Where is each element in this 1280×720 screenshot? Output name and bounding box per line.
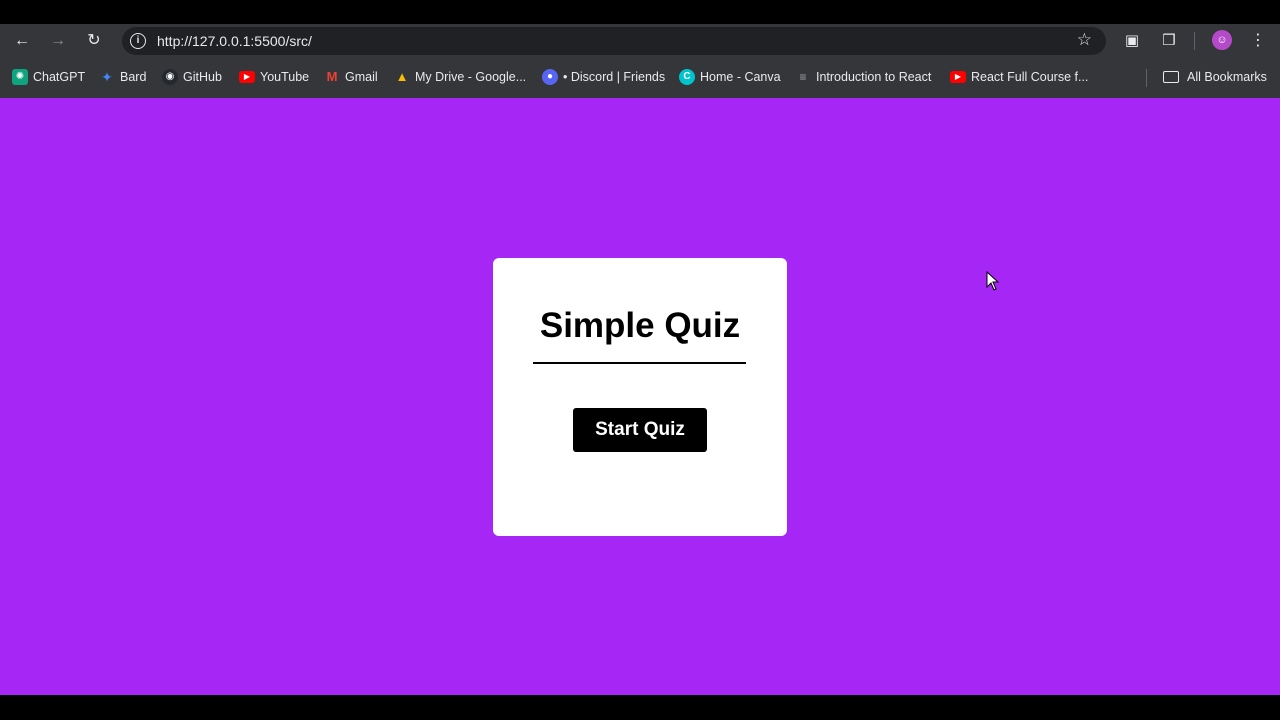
- forward-arrow-icon[interactable]: →: [46, 29, 70, 53]
- back-arrow-icon[interactable]: ←: [10, 29, 34, 53]
- discord-icon: ●: [542, 69, 558, 85]
- bookmark-label: Gmail: [345, 70, 378, 84]
- window-bottom-bar: [0, 695, 1280, 720]
- address-url[interactable]: http://127.0.0.1:5500/src/: [157, 33, 312, 49]
- bookmark-label: My Drive - Google...: [415, 70, 527, 84]
- all-bookmarks-label: All Bookmarks: [1187, 70, 1267, 84]
- bookmark-label: • Discord | Friends: [563, 70, 666, 84]
- extensions-puzzle-icon[interactable]: ❒: [1157, 29, 1181, 53]
- quiz-card: Simple Quiz Start Quiz: [493, 258, 787, 536]
- drive-icon: ▲: [395, 69, 409, 84]
- chatgpt-icon: ✺: [12, 69, 28, 85]
- mouse-cursor-icon: [986, 271, 1000, 291]
- bookmark-bard[interactable]: ✦ Bard: [99, 68, 146, 86]
- reload-icon[interactable]: ↻: [82, 29, 106, 53]
- bookmark-star-icon[interactable]: ☆: [1077, 30, 1092, 50]
- picture-in-picture-icon[interactable]: ▣: [1120, 29, 1144, 53]
- address-bar[interactable]: i http://127.0.0.1:5500/src/ ☆: [122, 27, 1106, 55]
- bookmark-label: ChatGPT: [33, 70, 86, 84]
- quiz-title: Simple Quiz: [539, 306, 741, 345]
- browser-toolbar: ← → ↻ i http://127.0.0.1:5500/src/ ☆ ▣ ❒…: [0, 24, 1280, 58]
- bookmarks-divider: [1146, 69, 1147, 87]
- toolbar-divider: [1194, 32, 1195, 50]
- bookmark-label: GitHub: [183, 70, 222, 84]
- title-underline: [533, 362, 746, 364]
- all-bookmarks-button[interactable]: All Bookmarks: [1163, 68, 1267, 86]
- browser-menu-icon[interactable]: ⋮: [1248, 29, 1268, 53]
- bookmarks-bar: ✺ ChatGPT ✦ Bard ◉ GitHub ▶ YouTube M Gm…: [0, 58, 1280, 98]
- site-info-icon[interactable]: i: [130, 33, 146, 49]
- bookmark-canva[interactable]: C Home - Canva: [679, 68, 781, 86]
- github-icon: ◉: [162, 69, 178, 85]
- youtube-icon: ▶: [239, 71, 255, 83]
- youtube-icon: ▶: [950, 71, 966, 83]
- bookmark-chatgpt[interactable]: ✺ ChatGPT: [12, 68, 85, 86]
- bookmark-label: Bard: [120, 70, 147, 84]
- bookmark-label: Home - Canva: [700, 70, 781, 84]
- profile-avatar[interactable]: ☺: [1212, 30, 1232, 50]
- start-quiz-button[interactable]: Start Quiz: [573, 408, 707, 452]
- bookmark-react-intro[interactable]: ≡ Introduction to React: [795, 68, 931, 86]
- gmail-icon: M: [326, 69, 338, 84]
- window-top-bar: [0, 0, 1280, 24]
- bookmark-discord[interactable]: ● • Discord | Friends: [542, 68, 665, 86]
- folder-icon: [1163, 71, 1179, 83]
- page-background: Simple Quiz Start Quiz: [0, 98, 1280, 695]
- bookmark-github[interactable]: ◉ GitHub: [162, 68, 222, 86]
- bookmark-label: Introduction to React: [816, 70, 932, 84]
- bookmark-youtube[interactable]: ▶ YouTube: [239, 68, 309, 86]
- bookmark-drive[interactable]: ▲ My Drive - Google...: [394, 68, 527, 86]
- bard-icon: ✦: [101, 69, 113, 85]
- bookmark-react-course[interactable]: ▶ React Full Course f...: [950, 68, 1088, 86]
- bookmark-label: React Full Course f...: [971, 70, 1089, 84]
- bookmark-gmail[interactable]: M Gmail: [324, 68, 378, 86]
- bookmark-label: YouTube: [260, 70, 310, 84]
- react-icon: ≡: [799, 70, 807, 84]
- canva-icon: C: [679, 69, 695, 85]
